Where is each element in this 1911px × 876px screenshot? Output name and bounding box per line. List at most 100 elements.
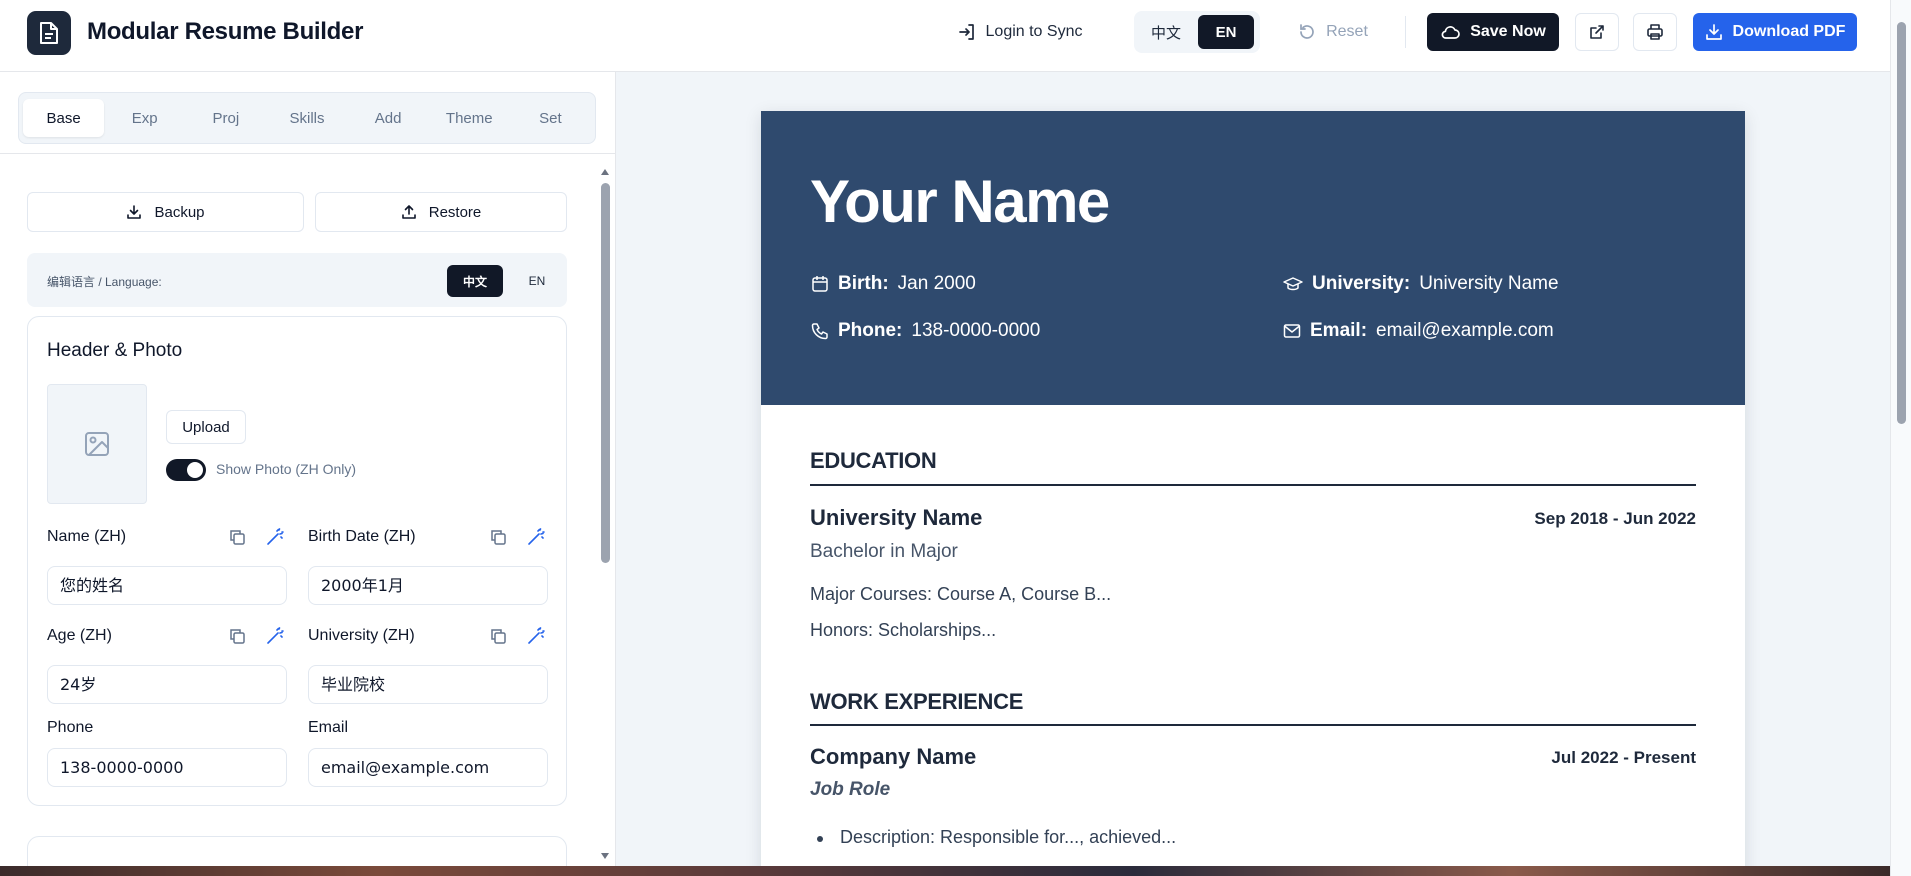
tab-exp[interactable]: Exp — [104, 99, 185, 137]
graduation-cap-icon — [1283, 277, 1303, 291]
university-value: University Name — [1419, 273, 1559, 294]
birth-zh-input[interactable]: 2000年1月 — [308, 566, 548, 605]
restore-button[interactable]: Restore — [315, 192, 567, 232]
resume-preview: Your Name Birth: Jan 2000 University: Un… — [617, 72, 1890, 876]
show-photo-toggle[interactable] — [166, 459, 206, 481]
honors: Honors: Scholarships... — [810, 620, 997, 640]
age-zh-input[interactable]: 24岁 — [47, 665, 287, 704]
cloud-icon — [1441, 26, 1461, 39]
company-name: Company Name — [810, 744, 977, 769]
work-bullet: Description: Responsible for..., achieve… — [816, 827, 1177, 847]
university-zh-input[interactable]: 毕业院校 — [308, 665, 548, 704]
birth-label: Birth: — [838, 273, 889, 294]
section-tabs: Base Exp Proj Skills Add Theme Set — [18, 92, 596, 144]
upload-button[interactable]: Upload — [166, 410, 246, 444]
reset-icon — [1300, 24, 1314, 39]
phone-icon — [811, 323, 828, 340]
phone-info: Phone: 138-0000-0000 — [811, 320, 1040, 342]
lang-en-button[interactable]: EN — [1198, 15, 1254, 49]
phone-value: 138-0000-0000 — [911, 320, 1041, 341]
education-dates: Sep 2018 - Jun 2022 — [1534, 509, 1696, 528]
scroll-down-icon[interactable] — [601, 853, 609, 859]
scroll-up-icon[interactable] — [601, 169, 609, 175]
tab-theme[interactable]: Theme — [429, 99, 510, 137]
name-zh-actions — [228, 528, 284, 546]
edit-language-label: 编辑语言 / Language: — [47, 275, 162, 289]
print-button[interactable] — [1633, 13, 1677, 51]
login-button[interactable]: Login to Sync — [945, 13, 1095, 51]
phone-label-resume: Phone: — [838, 320, 903, 341]
school-name: University Name — [810, 505, 983, 530]
copy-icon[interactable] — [228, 528, 246, 546]
download-icon — [127, 205, 142, 219]
tab-skills[interactable]: Skills — [266, 99, 347, 137]
phone-input[interactable]: 138-0000-0000 — [47, 748, 287, 787]
save-now-button[interactable]: Save Now — [1427, 13, 1559, 51]
magic-wand-icon[interactable] — [527, 627, 545, 645]
window-scroll-thumb[interactable] — [1897, 22, 1906, 424]
copy-icon[interactable] — [489, 627, 507, 645]
copy-icon[interactable] — [228, 627, 246, 645]
card-title: Header & Photo — [47, 340, 183, 361]
resume-paper: Your Name Birth: Jan 2000 University: Un… — [761, 111, 1745, 876]
window-scrollbar[interactable] — [1890, 0, 1911, 876]
desktop-background-strip — [0, 866, 1890, 876]
major-courses: Major Courses: Course A, Course B... — [810, 584, 1112, 604]
university-zh-label: University (ZH) — [308, 627, 415, 644]
birth-zh-label: Birth Date (ZH) — [308, 528, 416, 545]
tab-add[interactable]: Add — [348, 99, 429, 137]
calendar-icon — [812, 276, 828, 292]
tab-proj[interactable]: Proj — [185, 99, 266, 137]
panel-scroll-thumb[interactable] — [601, 183, 610, 563]
name-zh-label: Name (ZH) — [47, 528, 127, 545]
age-zh-label: Age (ZH) — [47, 627, 112, 644]
download-pdf-button[interactable]: Download PDF — [1693, 13, 1857, 51]
birth-info: Birth: Jan 2000 — [811, 273, 976, 295]
university-info: University: University Name — [1283, 273, 1559, 295]
magic-wand-icon[interactable] — [527, 528, 545, 546]
editor-panel: Base Exp Proj Skills Add Theme Set Backu… — [0, 72, 616, 876]
email-value: email@example.com — [1376, 320, 1554, 341]
birth-zh-actions — [489, 528, 545, 546]
printer-icon — [1647, 24, 1663, 40]
restore-label: Restore — [428, 203, 482, 221]
tab-set[interactable]: Set — [510, 99, 591, 137]
backup-button[interactable]: Backup — [27, 192, 304, 232]
edit-lang-zh-button[interactable]: 中文 — [447, 265, 503, 297]
tabs-bar: Base Exp Proj Skills Add Theme Set — [0, 72, 615, 154]
lang-zh-button[interactable]: 中文 — [1138, 15, 1194, 49]
upload-icon — [401, 205, 416, 219]
open-external-button[interactable] — [1575, 13, 1619, 51]
document-icon — [27, 11, 71, 55]
login-icon — [958, 24, 974, 40]
work-rule — [810, 724, 1696, 726]
resume-name: Your Name — [810, 168, 1110, 235]
language-switch: 中文 EN — [1134, 11, 1260, 53]
panel-scrollbar[interactable] — [599, 169, 611, 859]
education-rule — [810, 484, 1696, 486]
resume-header: Your Name Birth: Jan 2000 University: Un… — [761, 111, 1745, 405]
external-link-icon — [1590, 25, 1604, 39]
work-dates: Jul 2022 - Present — [1551, 748, 1696, 767]
magic-wand-icon[interactable] — [266, 528, 284, 546]
download-icon — [1705, 24, 1722, 40]
toolbar-divider — [1405, 16, 1406, 48]
name-zh-input[interactable]: 您的姓名 — [47, 566, 287, 605]
top-bar: Modular Resume Builder Login to Sync 中文 … — [0, 0, 1890, 72]
mail-icon — [1283, 324, 1301, 338]
login-label: Login to Sync — [985, 23, 1083, 40]
email-info: Email: email@example.com — [1283, 320, 1554, 342]
birth-value: Jan 2000 — [897, 273, 976, 294]
show-photo-label: Show Photo (ZH Only) — [216, 461, 357, 477]
photo-placeholder[interactable] — [47, 384, 147, 504]
edit-lang-en-button[interactable]: EN — [509, 265, 565, 297]
backup-label: Backup — [154, 203, 205, 221]
email-input[interactable]: email@example.com — [308, 748, 548, 787]
download-label: Download PDF — [1732, 23, 1846, 40]
magic-wand-icon[interactable] — [266, 627, 284, 645]
tab-base[interactable]: Base — [23, 99, 105, 137]
save-label: Save Now — [1470, 23, 1546, 40]
reset-button[interactable]: Reset — [1290, 13, 1376, 51]
edit-language-row: 编辑语言 / Language: 中文 EN — [27, 253, 567, 307]
copy-icon[interactable] — [489, 528, 507, 546]
